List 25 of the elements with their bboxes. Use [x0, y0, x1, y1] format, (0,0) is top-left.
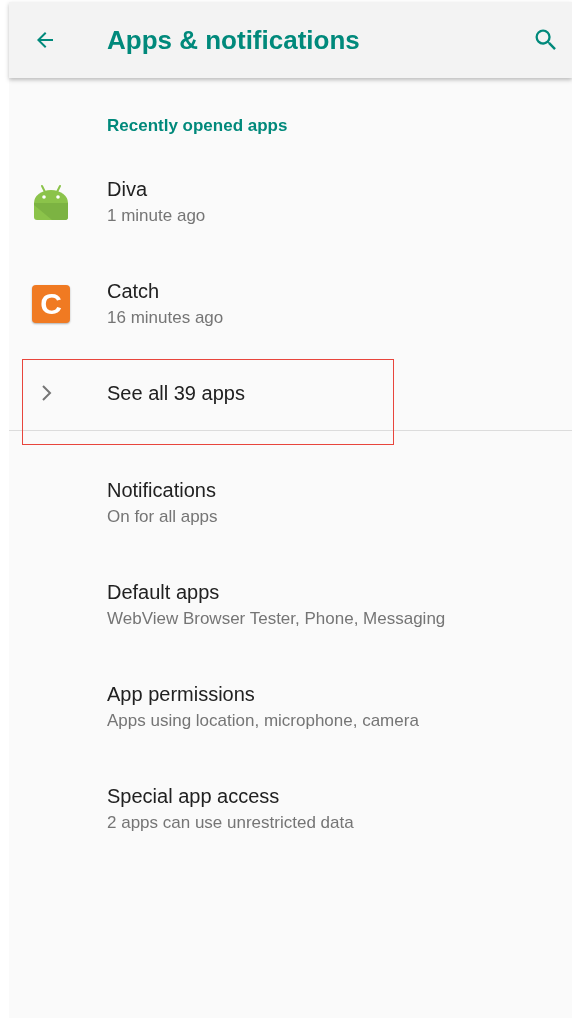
item-title: See all 39 apps — [107, 380, 245, 406]
chevron-right-icon — [40, 382, 54, 403]
settings-item[interactable]: App permissions Apps using location, microphone, camera — [9, 656, 572, 758]
settings-item[interactable]: Special app access 2 apps can use unrestricted data — [9, 758, 572, 860]
item-summary: On for all apps — [107, 506, 218, 528]
section-header: Recently opened apps — [106, 115, 289, 137]
item-title: Notifications — [107, 478, 217, 503]
item-summary: WebView Browser Tester, Phone, Messaging — [107, 608, 446, 630]
item-title: Special app access — [107, 784, 281, 809]
app-icon: C — [32, 285, 70, 323]
app-list-item[interactable]: C Catch 16 minutes ago — [9, 253, 572, 355]
item-summary: 16 minutes ago — [107, 307, 224, 329]
item-summary: 1 minute ago — [107, 205, 206, 227]
app-list-item[interactable]: Diva 1 minute ago — [9, 151, 572, 253]
see-all-item[interactable]: See all 39 apps — [9, 355, 572, 430]
settings-item[interactable]: Default apps WebView Browser Tester, Phone, Messaging — [9, 554, 572, 656]
screen-title: Apps & notifications — [107, 24, 361, 56]
item-title: Diva — [107, 177, 148, 202]
android-app-icon — [32, 183, 70, 221]
item-title: Catch — [107, 279, 161, 304]
item-summary: Apps using location, microphone, camera — [107, 710, 419, 732]
item-summary: 2 apps can use unrestricted data — [107, 812, 354, 834]
settings-item[interactable]: Notifications On for all apps — [9, 452, 572, 554]
item-title: Default apps — [107, 580, 221, 605]
item-title: App permissions — [107, 682, 256, 707]
